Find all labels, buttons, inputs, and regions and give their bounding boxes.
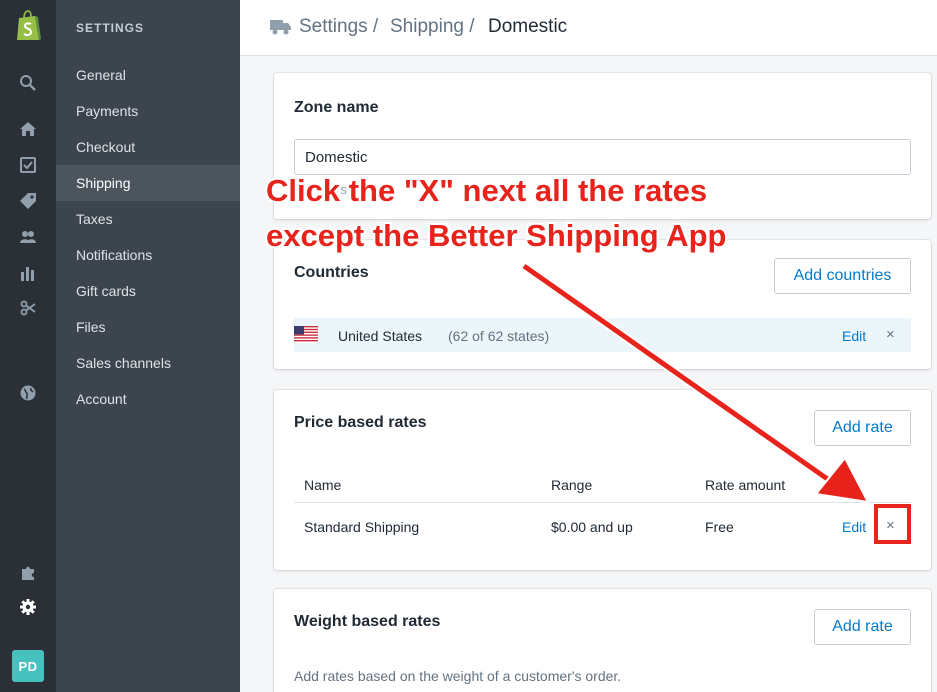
- price-rates-card: Price based rates Add rate Name Range Ra…: [274, 390, 931, 570]
- truck-icon: [270, 20, 291, 35]
- home-icon[interactable]: [18, 119, 38, 139]
- sidebar-item-files[interactable]: Files: [56, 309, 240, 345]
- annotation-line-1: Click the "X" next all the rates: [266, 173, 708, 208]
- settings-gear-icon[interactable]: [18, 597, 38, 617]
- avatar[interactable]: PD: [12, 650, 44, 682]
- settings-sidebar: SETTINGS General Payments Checkout Shipp…: [56, 0, 240, 692]
- sidebar-item-notifications[interactable]: Notifications: [56, 237, 240, 273]
- rate-amount: Free: [705, 519, 734, 535]
- countries-card: Countries Add countries United States (6…: [274, 240, 931, 369]
- reports-icon[interactable]: [18, 263, 38, 283]
- price-rates-title: Price based rates: [294, 414, 427, 431]
- apps-icon[interactable]: [18, 562, 38, 582]
- table-divider: [294, 502, 911, 503]
- annotation-text: Click the "X" next all the rates except …: [266, 168, 726, 258]
- rate-name: Standard Shipping: [304, 519, 420, 535]
- page-title: Domestic: [488, 16, 568, 37]
- weight-rates-description: Add rates based on the weight of a custo…: [294, 668, 622, 684]
- sidebar-item-sales-channels[interactable]: Sales channels: [56, 345, 240, 381]
- sidebar-item-payments[interactable]: Payments: [56, 93, 240, 129]
- sidebar-heading: SETTINGS: [76, 21, 145, 35]
- shopify-bag-icon[interactable]: [14, 10, 42, 42]
- search-icon[interactable]: [18, 73, 38, 93]
- tag-icon[interactable]: [18, 191, 38, 211]
- sidebar-item-general[interactable]: General: [56, 57, 240, 93]
- globe-icon[interactable]: [18, 383, 38, 403]
- weight-rates-title: Weight based rates: [294, 613, 441, 630]
- customers-icon[interactable]: [18, 227, 38, 247]
- column-header-range: Range: [551, 477, 593, 493]
- breadcrumb-settings[interactable]: Settings /: [299, 16, 378, 38]
- add-countries-button[interactable]: Add countries: [774, 258, 911, 294]
- countries-title: Countries: [294, 264, 369, 281]
- country-remove-button[interactable]: ×: [886, 327, 895, 342]
- sidebar-item-taxes[interactable]: Taxes: [56, 201, 240, 237]
- app-icon-rail: PD: [0, 0, 56, 692]
- column-header-name: Name: [304, 477, 342, 493]
- country-row: United States (62 of 62 states) Edit ×: [294, 318, 911, 352]
- column-header-rate-amount: Rate amount: [705, 477, 786, 493]
- us-flag-icon: [294, 326, 318, 343]
- breadcrumb-shipping[interactable]: Shipping /: [390, 16, 475, 38]
- sidebar-item-checkout[interactable]: Checkout: [56, 129, 240, 165]
- annotation-highlight-box: [874, 504, 911, 544]
- zone-name-title: Zone name: [294, 99, 379, 116]
- sidebar-item-account[interactable]: Account: [56, 381, 240, 417]
- orders-icon[interactable]: [18, 155, 38, 175]
- add-weight-rate-button[interactable]: Add rate: [814, 609, 911, 645]
- discounts-icon[interactable]: [18, 298, 38, 318]
- add-price-rate-button[interactable]: Add rate: [814, 410, 911, 446]
- country-name: United States: [338, 328, 423, 344]
- top-bar: Settings / Shipping / Domestic: [240, 0, 937, 56]
- weight-rates-card: Weight based rates Add rate Add rates ba…: [274, 589, 931, 692]
- annotation-line-2: except the Better Shipping App: [266, 218, 727, 253]
- country-states: (62 of 62 states): [448, 328, 550, 344]
- rate-range: $0.00 and up: [551, 519, 633, 535]
- sidebar-item-shipping[interactable]: Shipping: [56, 165, 240, 201]
- sidebar-item-gift-cards[interactable]: Gift cards: [56, 273, 240, 309]
- rate-edit-link[interactable]: Edit: [842, 519, 866, 535]
- country-edit-link[interactable]: Edit: [842, 328, 866, 344]
